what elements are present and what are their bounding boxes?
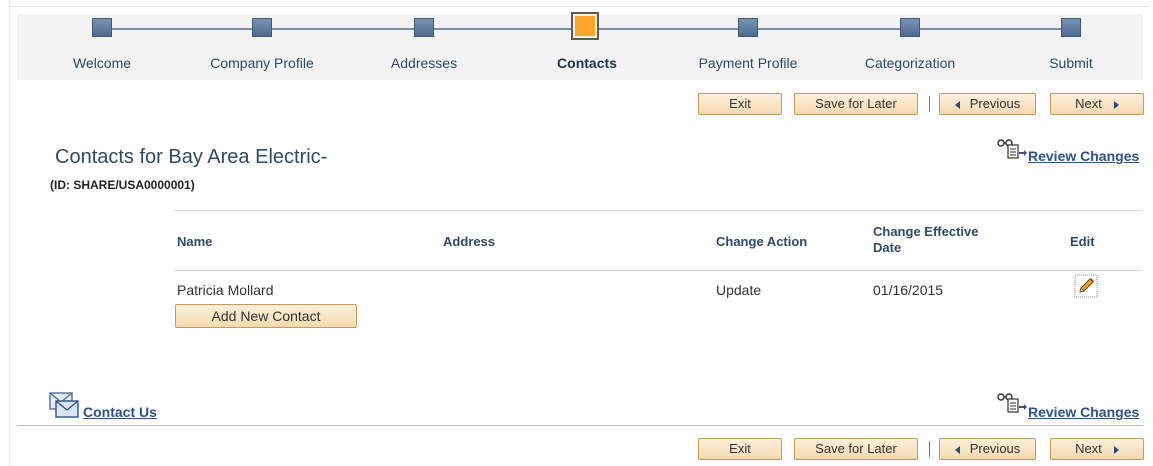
triangle-right-icon [1113,100,1119,109]
column-header-name: Name [177,234,213,249]
train-step-icon[interactable] [252,18,272,37]
save-for-later-button[interactable]: Save for Later [794,438,918,460]
column-header-edit: Edit [1070,234,1095,249]
contact-us-link[interactable]: Contact Us [83,404,157,420]
column-header-change-effective-date: Change Effective Date [873,224,978,256]
next-button-label: Next [1075,441,1102,456]
review-changes-icon[interactable] [996,137,1028,161]
save-button-label: Save for Later [815,441,897,456]
exit-button-label: Exit [729,441,751,456]
exit-button[interactable]: Exit [698,93,782,115]
next-button-label: Next [1075,96,1102,111]
train-step-icon [571,12,599,40]
train-step-icon[interactable] [92,18,112,37]
progress-train: Welcome Company Profile Addresses Contac… [17,12,1143,80]
cell-name: Patricia Mollard [177,282,274,298]
next-button[interactable]: Next [1050,438,1144,460]
previous-button[interactable]: Previous [939,93,1036,115]
frame-top-edge [9,6,1149,7]
toolbar-divider [929,441,930,457]
train-step-icon[interactable] [1061,18,1081,37]
column-header-line: Date [873,240,902,255]
review-changes-link[interactable]: Review Changes [1028,148,1139,164]
contacts-grid-header-border [174,270,1142,271]
next-button[interactable]: Next [1050,93,1144,115]
exit-button-label: Exit [729,96,751,111]
triangle-left-icon [954,100,960,109]
review-changes-icon[interactable] [996,391,1028,415]
previous-button[interactable]: Previous [939,438,1036,460]
triangle-right-icon [1113,445,1119,454]
page-title: Contacts for Bay Area Electric- [55,146,328,168]
column-header-change-action: Change Action [716,234,808,249]
column-header-line: Change Effective [873,224,979,239]
save-button-label: Save for Later [815,96,897,111]
review-changes-link[interactable]: Review Changes [1028,404,1139,420]
pencil-icon[interactable] [1074,274,1098,298]
add-new-contact-label: Add New Contact [211,308,321,324]
exit-button[interactable]: Exit [698,438,782,460]
page-subtitle: (ID: SHARE/USA0000001) [50,178,195,192]
add-new-contact-button[interactable]: Add New Contact [175,304,357,328]
envelope-icon[interactable] [46,391,80,421]
train-step-label[interactable]: Submit [971,55,1153,71]
column-header-address: Address [443,234,496,249]
previous-button-label: Previous [969,96,1021,111]
triangle-left-icon [954,445,960,454]
cell-change-action: Update [716,282,762,298]
contacts-grid-top-border [174,210,1142,211]
save-for-later-button[interactable]: Save for Later [794,93,918,115]
train-step-icon[interactable] [414,18,434,37]
previous-button-label: Previous [969,441,1021,456]
footer-divider [17,425,1143,426]
toolbar-divider [929,96,930,112]
train-step-icon[interactable] [738,18,758,37]
cell-change-effective-date: 01/16/2015 [873,282,944,298]
train-step-icon[interactable] [900,18,920,37]
